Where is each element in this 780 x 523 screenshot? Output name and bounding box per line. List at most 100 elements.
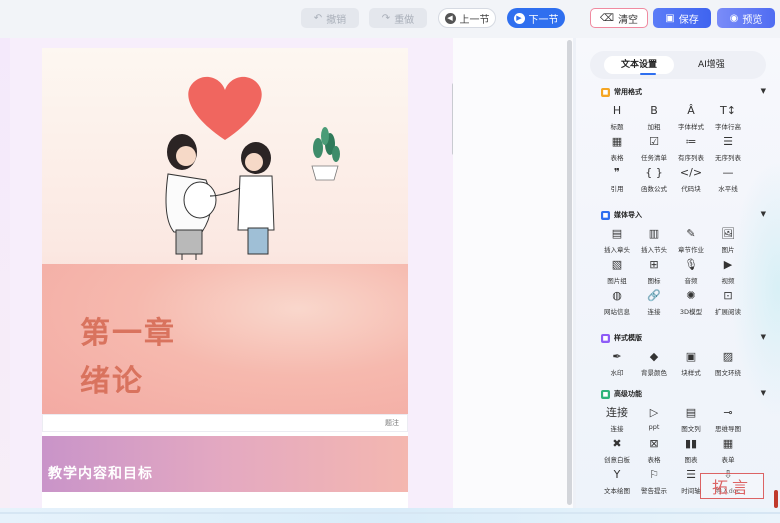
section-title-label: 媒体导入 — [614, 211, 642, 219]
tool-button[interactable]: ▦ 表单 — [710, 436, 746, 464]
tool-button[interactable]: </> 代码块 — [673, 165, 709, 193]
next-section-button[interactable]: ▶ 下一节 — [507, 8, 565, 28]
redo-button[interactable]: ↷ 重做 — [369, 8, 427, 28]
tool-button[interactable]: ◆ 背景颜色 — [636, 349, 672, 377]
tool-button[interactable]: ✺ 3D模型 — [673, 288, 709, 316]
heart-shape — [188, 76, 262, 140]
tool-icon: ✒ — [612, 350, 622, 363]
tool-button[interactable]: ☰ 无序列表 — [710, 134, 746, 162]
prev-section-button[interactable]: ◀ 上一节 — [438, 8, 496, 28]
tool-label: 加粗 — [647, 123, 661, 131]
tool-button[interactable]: ▷ ppt — [636, 405, 672, 431]
tool-icon: ▦ — [722, 437, 734, 450]
tool-button[interactable]: ⚐ 警告提示 — [636, 467, 672, 495]
panel-scrollbar[interactable] — [567, 40, 572, 505]
tool-button[interactable]: 🎙 音频 — [673, 257, 709, 285]
tool-label: 创意白板 — [604, 456, 630, 464]
tool-icon: ▤ — [611, 227, 623, 240]
tool-button[interactable]: ❞ 引用 — [599, 165, 635, 193]
tool-button[interactable]: ⊸ 思维导图 — [710, 405, 746, 433]
save-label: 保存 — [678, 14, 699, 26]
tool-button[interactable]: { } 函数公式 — [636, 165, 672, 193]
tool-label: 图标 — [647, 277, 661, 285]
undo-button[interactable]: ↶ 撤销 — [301, 8, 359, 28]
tool-button[interactable]: ☑ 任务清单 — [636, 134, 672, 162]
section-header[interactable]: ■ 常用格式 — [601, 86, 642, 98]
tool-label: 有序列表 — [678, 154, 704, 162]
tool-label: 文本绘图 — [604, 487, 630, 495]
tool-label: 标题 — [610, 123, 624, 131]
tool-icon: ▮▮ — [684, 437, 698, 450]
tool-label: 代码块 — [681, 185, 701, 193]
preview-button[interactable]: ◉ 预览 — [717, 8, 775, 28]
chevron-down-icon[interactable]: ▼ — [761, 87, 766, 95]
tool-icon: 连接 — [606, 406, 628, 419]
section-header[interactable]: ■ 高级功能 — [601, 388, 642, 400]
tool-icon: ✎ — [686, 227, 696, 240]
tool-label: 思维导图 — [715, 425, 741, 433]
undo-icon: ↶ — [313, 12, 323, 24]
tool-button[interactable]: ⊠ 表格 — [636, 436, 672, 464]
tool-button[interactable]: ⊞ 图标 — [636, 257, 672, 285]
tool-label: 表格 — [647, 456, 661, 464]
caption-label: 题注 — [385, 419, 399, 427]
tool-button[interactable]: ▣ 块样式 — [673, 349, 709, 377]
tool-label: 背景颜色 — [641, 369, 667, 377]
tool-label: 扩展阅读 — [715, 308, 741, 316]
chevron-down-icon[interactable]: ▼ — [761, 210, 766, 218]
tool-button[interactable]: ▦ 表格 — [599, 134, 635, 162]
editor-canvas[interactable]: 第一章 绪论 题注 教学内容和目标 — [42, 48, 408, 508]
scroll-indicator — [774, 490, 778, 508]
tab-ai-enhance[interactable]: AI增强 — [698, 56, 725, 74]
tool-button[interactable]: ▮▮ 图表 — [673, 436, 709, 464]
tool-button[interactable]: ▶ 视频 — [710, 257, 746, 285]
tool-button[interactable]: ✎ 章节作业 — [673, 226, 709, 254]
tool-button[interactable]: ◍ 网站信息 — [599, 288, 635, 316]
clear-label: 清空 — [618, 14, 639, 26]
tool-button[interactable]: H 标题 — [599, 103, 635, 131]
tool-label: 连接 — [647, 308, 661, 316]
tool-icon: ▣ — [685, 350, 697, 363]
section-banner[interactable]: 教学内容和目标 — [42, 436, 408, 492]
tool-button[interactable]: ▤ 图文列 — [673, 405, 709, 433]
tool-label: 视频 — [721, 277, 735, 285]
clear-button[interactable]: ⌫ 清空 — [590, 8, 648, 28]
tool-button[interactable]: — 水平线 — [710, 165, 746, 193]
tool-button[interactable]: T↕ 字体行高 — [710, 103, 746, 131]
tool-button[interactable]: ✒ 水印 — [599, 349, 635, 377]
section-header[interactable]: ■ 样式模版 — [601, 332, 642, 344]
tool-label: 3D模型 — [679, 308, 703, 316]
tool-button[interactable]: ▤ 插入章头 — [599, 226, 635, 254]
tool-icon: Y — [613, 468, 621, 481]
tool-button[interactable]: ▧ 图片组 — [599, 257, 635, 285]
tool-icon: ▧ — [611, 258, 623, 271]
tool-button[interactable]: ✖ 创意白板 — [599, 436, 635, 464]
eraser-icon: ⌫ — [599, 12, 615, 24]
section-header[interactable]: ■ 媒体导入 — [601, 209, 642, 221]
tool-button[interactable]: 连接 连接 — [599, 405, 635, 433]
tool-label: 函数公式 — [641, 185, 667, 193]
tool-icon: ≔ — [685, 135, 697, 148]
redo-icon: ↷ — [381, 12, 391, 24]
tool-button[interactable]: Â 字体样式 — [673, 103, 709, 131]
tool-button[interactable]: Y 文本绘图 — [599, 467, 635, 495]
tool-icon: ⊞ — [649, 258, 659, 271]
tool-button[interactable]: ≔ 有序列表 — [673, 134, 709, 162]
arrow-right-icon: ▶ — [513, 12, 525, 24]
chevron-down-icon[interactable]: ▼ — [761, 333, 766, 341]
tool-button[interactable]: 🖼 图片 — [710, 226, 746, 254]
tool-label: 网站信息 — [604, 308, 630, 316]
tool-label: 表单 — [721, 456, 735, 464]
tool-button[interactable]: ⊡ 扩展阅读 — [710, 288, 746, 316]
caption-bar[interactable]: 题注 — [42, 414, 408, 432]
tool-button[interactable]: 🔗 连接 — [636, 288, 672, 316]
tab-text-settings[interactable]: 文本设置 — [604, 56, 674, 74]
chevron-down-icon[interactable]: ▼ — [761, 389, 766, 397]
save-button[interactable]: ▣ 保存 — [653, 8, 711, 28]
tool-button[interactable]: B 加粗 — [636, 103, 672, 131]
tool-icon: ⊡ — [723, 289, 733, 302]
tool-button[interactable]: ▥ 插入节头 — [636, 226, 672, 254]
tool-button[interactable]: ▨ 图文环绕 — [710, 349, 746, 377]
section-badge-icon: ■ — [601, 87, 610, 97]
tool-label: 章节作业 — [678, 246, 704, 254]
